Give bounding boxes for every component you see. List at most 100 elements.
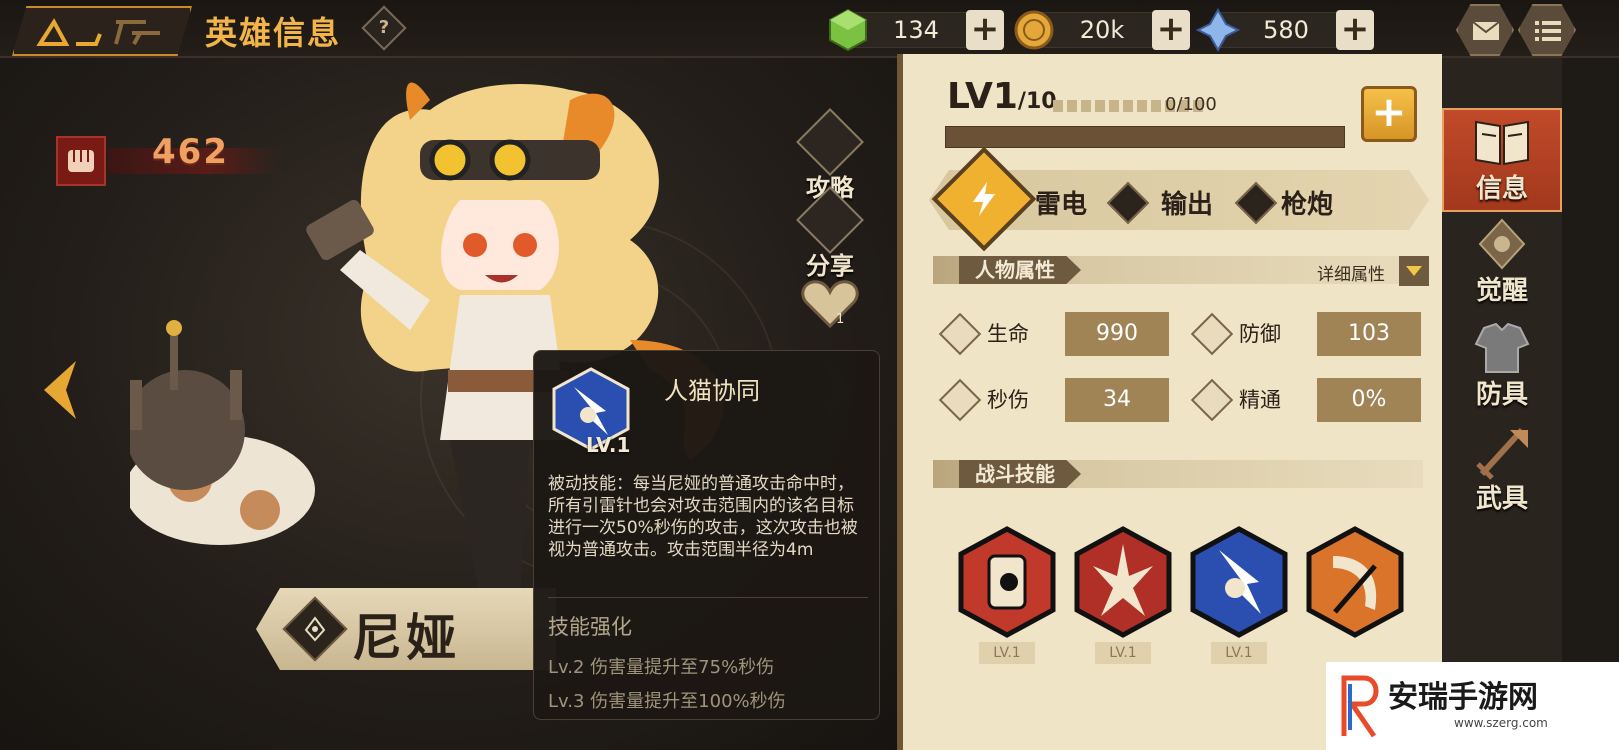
stat-hp: 生命 990	[938, 312, 1171, 356]
skill-level: LV.1	[1211, 642, 1267, 664]
help-button[interactable]: ?	[361, 5, 407, 51]
resource-value: 580	[1263, 16, 1309, 44]
tag-role: 输出	[1161, 190, 1214, 220]
stat-value: 990	[1065, 312, 1169, 356]
add-gold-coin-button[interactable]: +	[1152, 10, 1190, 50]
exp-bar	[945, 126, 1345, 148]
exp-text: 0/100	[1165, 94, 1217, 115]
stat-defense: 防御 103	[1190, 312, 1423, 356]
mail-button[interactable]	[1456, 4, 1514, 56]
stat-name: 精通	[1239, 388, 1281, 412]
skills-section-header: 战斗技能	[933, 460, 1423, 488]
stat-mastery: 精通 0%	[1190, 378, 1423, 422]
lightning-icon	[973, 182, 995, 216]
fist-icon	[56, 136, 106, 186]
gold-coin-icon	[1014, 10, 1054, 50]
skills-title: 战斗技能	[959, 460, 1081, 488]
watermark-text: 安瑞手游网	[1388, 680, 1538, 715]
guide-icon	[796, 108, 864, 176]
menu-icon	[1535, 21, 1561, 41]
skill-slot-3[interactable]: LV.1	[1189, 526, 1289, 666]
tag-element: 雷电	[1035, 190, 1088, 220]
crystal-icon	[1196, 8, 1240, 52]
tag-weapon: 枪炮	[1281, 190, 1334, 220]
element-badge	[931, 146, 1037, 252]
add-crystal-button[interactable]: +	[1336, 10, 1374, 50]
skill-level: LV.1	[586, 433, 631, 457]
share-icon	[796, 186, 864, 254]
level-title: LV1/10	[947, 76, 1057, 117]
hero-info-panel: LV1/10 0/100 + 雷电 输出 枪炮 人物属性 详细属性 生命 990…	[897, 54, 1442, 750]
green-cube-icon	[829, 8, 867, 52]
resource-green-cube: 134 +	[826, 8, 1006, 52]
tab-label: 信息	[1475, 174, 1528, 204]
tab-label: 防具	[1475, 380, 1528, 410]
level-max: /10	[1017, 89, 1057, 114]
share-button[interactable]: 分享	[790, 186, 870, 281]
stat-value: 34	[1065, 378, 1169, 422]
tab-armor[interactable]: 防具	[1442, 316, 1562, 420]
tab-info[interactable]: 信息	[1442, 108, 1562, 212]
skill-trap-icon	[958, 526, 1056, 638]
mail-icon	[1472, 21, 1500, 40]
skill-slot-2[interactable]: LV.1	[1073, 526, 1173, 666]
add-green-cube-button[interactable]: +	[966, 10, 1004, 50]
tab-awaken[interactable]: 觉醒	[1442, 212, 1562, 316]
mastery-stat-icon	[1190, 378, 1234, 422]
site-watermark: 安瑞手游网 www.szerg.com	[1326, 662, 1619, 750]
book-icon	[1475, 120, 1529, 166]
attributes-title: 人物属性	[959, 256, 1081, 284]
skill-slash-icon	[1306, 526, 1404, 638]
stat-value: 0%	[1317, 378, 1421, 422]
skill-level: LV.1	[1095, 642, 1151, 664]
power-value: 462	[152, 132, 229, 172]
detail-attributes-link[interactable]: 详细属性	[1317, 260, 1385, 285]
resource-crystal: 580 +	[1196, 8, 1376, 52]
level-up-button[interactable]: +	[1361, 86, 1417, 142]
favorite-button[interactable]: 1	[790, 278, 870, 334]
hero-nameplate: 尼娅	[256, 588, 556, 670]
watermark-url: www.szerg.com	[1454, 716, 1548, 730]
skill-slot-1[interactable]: LV.1	[957, 526, 1057, 666]
divider	[548, 597, 868, 598]
stat-dps: 秒伤 34	[938, 378, 1171, 422]
skill-slot-4[interactable]	[1305, 526, 1405, 666]
tab-label: 武具	[1475, 484, 1528, 514]
menu-button[interactable]	[1518, 4, 1576, 56]
resource-value: 20k	[1079, 16, 1125, 44]
awaken-emblem-icon	[1478, 218, 1526, 270]
skill-lightning-paw-icon	[1190, 526, 1288, 638]
hero-stage: 462 攻略 分享 1 尼娅 LV.1 人猫协同 被动技能：每当尼娅的普通攻击命…	[0, 0, 920, 750]
stat-value: 103	[1317, 312, 1421, 356]
level-value: LV1	[947, 76, 1018, 117]
page-title: 英雄信息	[205, 14, 342, 52]
tab-label: 觉醒	[1475, 276, 1528, 306]
expand-attributes-button[interactable]	[1399, 256, 1429, 286]
resource-gold-coin: 20k +	[1012, 8, 1192, 52]
back-button[interactable]	[12, 6, 192, 56]
previous-hero-arrow-icon[interactable]	[36, 355, 84, 425]
enhance-row: Lv.2 伤害量提升至75%秒伤	[548, 657, 775, 678]
shield-stat-icon	[1190, 312, 1234, 356]
favorite-count: 1	[836, 312, 845, 327]
stat-name: 生命	[987, 322, 1029, 346]
heart-icon	[801, 280, 859, 329]
skill-level: LV.1	[979, 642, 1035, 664]
skill-explosion-icon	[1074, 526, 1172, 638]
tab-weapon[interactable]: 武具	[1442, 420, 1562, 524]
watermark-logo-icon	[1341, 675, 1379, 738]
power-indicator: 462	[56, 132, 286, 186]
enhance-row: Lv.3 伤害量提升至100%秒伤	[548, 691, 786, 712]
skill-description: 被动技能：每当尼娅的普通攻击命中时，所有引雷针也会对攻击范围内的该名目标进行一次…	[548, 474, 858, 560]
resource-value: 134	[893, 16, 939, 44]
hero-name: 尼娅	[352, 609, 460, 667]
question-mark-icon: ?	[378, 17, 390, 38]
weapon-icon	[1476, 427, 1528, 480]
sword-stat-icon	[938, 378, 982, 422]
enhance-title: 技能强化	[548, 615, 632, 639]
class-emblem-icon	[282, 596, 348, 662]
stat-name: 防御	[1239, 322, 1281, 346]
top-bar: 英雄信息 ? 134 + 20k + 580 +	[0, 0, 1619, 58]
armor-icon	[1474, 322, 1530, 373]
skill-name: 人猫协同	[664, 377, 760, 405]
